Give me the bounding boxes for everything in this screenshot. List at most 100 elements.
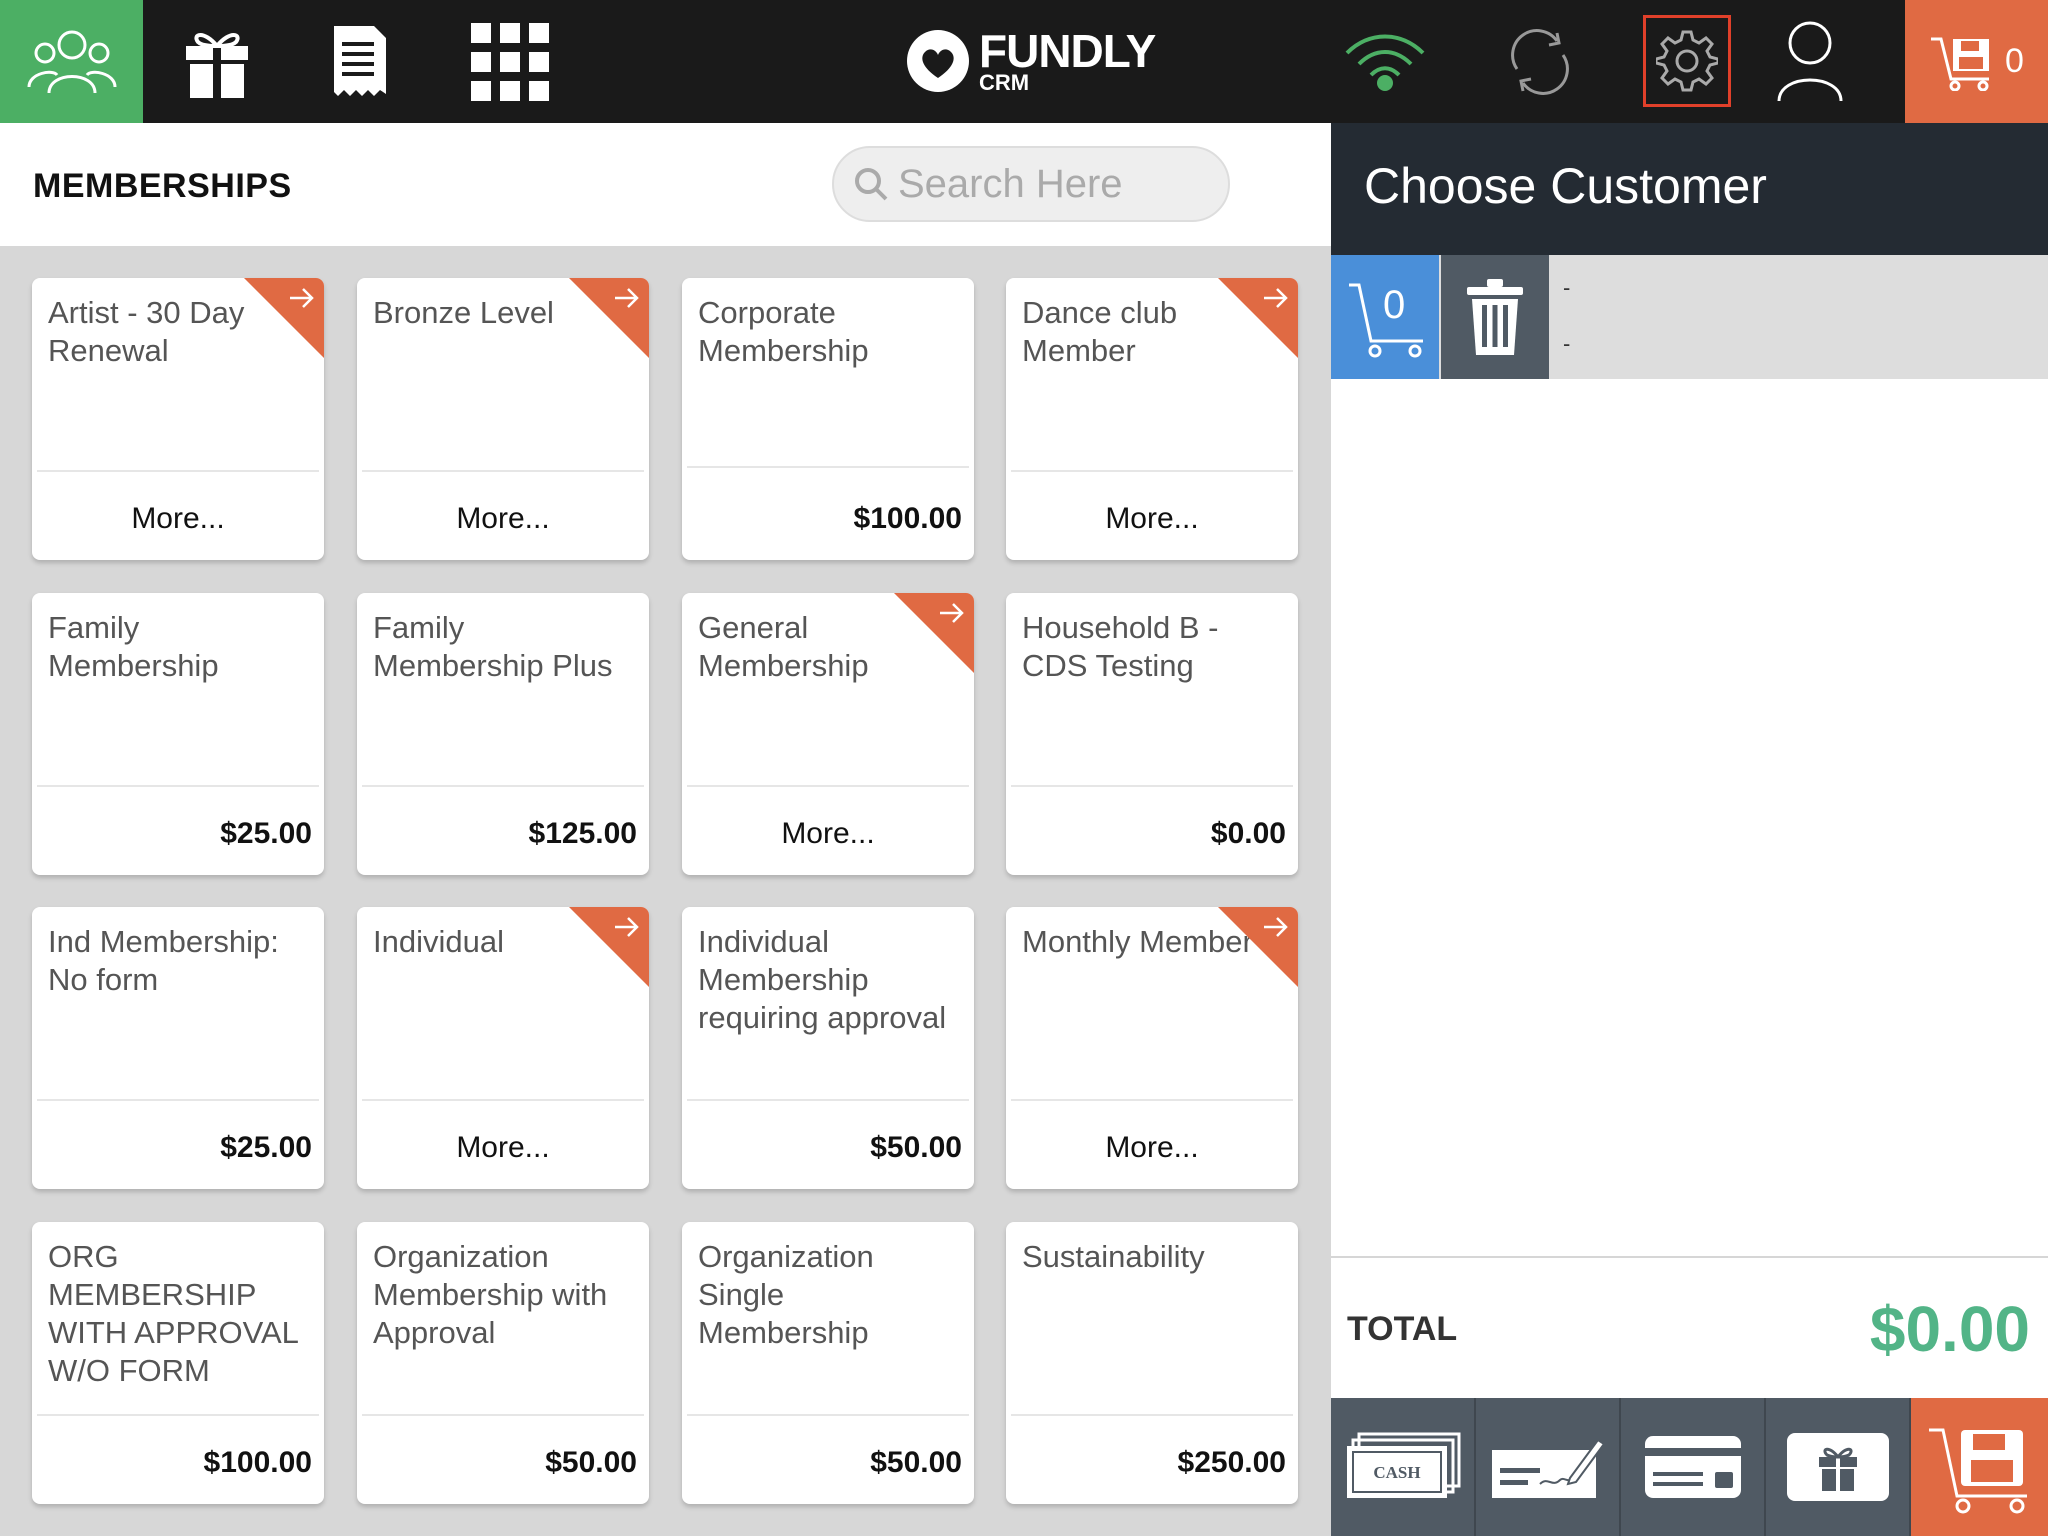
more-options-link[interactable]: More... xyxy=(1006,478,1298,560)
membership-card[interactable]: Monthly Member More... xyxy=(1006,907,1298,1189)
search-input[interactable] xyxy=(898,161,1228,207)
top-nav-bar: FUNDLY CRM 0 xyxy=(0,0,2048,123)
customer-name-line: - xyxy=(1563,275,1571,300)
more-options-link[interactable]: More... xyxy=(682,793,974,875)
more-options-link[interactable]: More... xyxy=(32,478,324,560)
membership-name: Ind Membership: No form xyxy=(48,924,279,997)
card-divider xyxy=(687,466,969,468)
membership-price: $25.00 xyxy=(220,817,312,850)
membership-card[interactable]: Individual More... xyxy=(357,907,649,1189)
customer-header[interactable]: Choose Customer xyxy=(1331,123,2048,255)
membership-card[interactable]: Artist - 30 Day Renewal More... xyxy=(32,278,324,560)
card-divider xyxy=(687,1414,969,1416)
membership-card[interactable]: Family Membership Plus $125.00 xyxy=(357,593,649,875)
cash-payment-button[interactable]: CASH xyxy=(1331,1398,1476,1536)
card-divider xyxy=(1011,785,1293,787)
trash-icon xyxy=(1467,279,1523,355)
membership-price: $125.00 xyxy=(528,817,637,850)
cart-save-icon xyxy=(1931,37,1990,91)
cart-save-icon xyxy=(1928,1428,2027,1514)
credit-card-payment-button[interactable] xyxy=(1621,1398,1766,1536)
membership-name: Sustainability xyxy=(1022,1239,1205,1274)
search-icon xyxy=(855,168,888,201)
sync-button[interactable] xyxy=(1490,0,1590,123)
save-order-button[interactable] xyxy=(1911,1398,2048,1536)
cash-label: CASH xyxy=(1373,1463,1420,1482)
membership-price: $250.00 xyxy=(1177,1446,1286,1479)
card-divider xyxy=(37,1099,319,1101)
apps-grid-nav-button[interactable] xyxy=(430,0,590,123)
membership-name: Household B - CDS Testing xyxy=(1022,610,1219,683)
search-box[interactable] xyxy=(832,146,1230,222)
logo-name: FUNDLY xyxy=(979,25,1156,77)
receipt-nav-button[interactable] xyxy=(290,0,430,123)
arrow-right-icon xyxy=(615,917,639,937)
check-icon xyxy=(1491,1438,1605,1498)
more-options-link[interactable]: More... xyxy=(357,1107,649,1189)
membership-card[interactable]: Organization Membership with Approval $50… xyxy=(357,1222,649,1504)
cart-items-count: 0 xyxy=(1383,283,1406,327)
arrow-right-icon xyxy=(1264,288,1288,308)
cart-items-button[interactable]: 0 xyxy=(1331,255,1439,379)
sync-icon xyxy=(1511,28,1569,95)
settings-button[interactable] xyxy=(1643,15,1731,107)
user-profile-button[interactable] xyxy=(1760,0,1860,123)
card-divider xyxy=(687,785,969,787)
card-divider xyxy=(362,1099,644,1101)
membership-price: $50.00 xyxy=(870,1446,962,1479)
membership-price: $25.00 xyxy=(220,1131,312,1164)
membership-card[interactable]: General Membership More... xyxy=(682,593,974,875)
cart-item-list xyxy=(1331,379,2048,1256)
check-payment-button[interactable] xyxy=(1476,1398,1621,1536)
card-divider xyxy=(1011,470,1293,472)
gift-nav-button[interactable] xyxy=(143,0,290,123)
membership-card[interactable]: Dance club Member More... xyxy=(1006,278,1298,560)
connection-status-button[interactable] xyxy=(1335,0,1435,123)
card-divider xyxy=(362,470,644,472)
gear-icon xyxy=(1656,30,1718,92)
gift-card-payment-button[interactable] xyxy=(1766,1398,1911,1536)
more-options-link[interactable]: More... xyxy=(1006,1107,1298,1189)
membership-price: $50.00 xyxy=(870,1131,962,1164)
total-row: TOTAL $0.00 xyxy=(1331,1256,2048,1398)
page-title: MEMBERSHIPS xyxy=(33,167,292,205)
user-icon xyxy=(1777,21,1843,101)
membership-price: $100.00 xyxy=(203,1446,312,1479)
cart-save-nav-button[interactable]: 0 xyxy=(1905,0,2048,123)
membership-card[interactable]: Individual Membership requiring approval… xyxy=(682,907,974,1189)
order-toolbar: 0 - - xyxy=(1331,255,2048,379)
membership-name: Family Membership xyxy=(48,610,219,683)
membership-card[interactable]: Organization Single Membership $50.00 xyxy=(682,1222,974,1504)
credit-card-icon xyxy=(1644,1436,1741,1498)
membership-price: $100.00 xyxy=(853,502,962,535)
clear-cart-button[interactable] xyxy=(1441,255,1549,379)
arrow-right-icon xyxy=(615,288,639,308)
arrow-right-icon xyxy=(940,603,964,623)
membership-card[interactable]: Sustainability $250.00 xyxy=(1006,1222,1298,1504)
membership-card[interactable]: Corporate Membership $100.00 xyxy=(682,278,974,560)
members-nav-button[interactable] xyxy=(0,0,143,123)
membership-card[interactable]: Bronze Level More... xyxy=(357,278,649,560)
choose-customer-title[interactable]: Choose Customer xyxy=(1364,157,1767,215)
arrow-right-icon xyxy=(1264,917,1288,937)
cart-count: 0 xyxy=(2005,42,2024,80)
total-label: TOTAL xyxy=(1347,1310,1458,1348)
membership-card[interactable]: ORG MEMBERSHIP WITH APPROVAL W/O FORM $10… xyxy=(32,1222,324,1504)
membership-card[interactable]: Family Membership $25.00 xyxy=(32,593,324,875)
fundly-logo: FUNDLY CRM xyxy=(905,22,1156,100)
total-value: $0.00 xyxy=(1869,1293,2030,1365)
receipt-icon xyxy=(334,25,386,96)
gift-card-icon xyxy=(1786,1433,1889,1501)
membership-name: Corporate Membership xyxy=(698,295,869,368)
membership-card[interactable]: Ind Membership: No form $25.00 xyxy=(32,907,324,1189)
card-divider xyxy=(37,785,319,787)
membership-card[interactable]: Household B - CDS Testing $0.00 xyxy=(1006,593,1298,875)
membership-price: $50.00 xyxy=(545,1446,637,1479)
more-options-link[interactable]: More... xyxy=(357,478,649,560)
customer-detail-line: - xyxy=(1563,331,1571,356)
memberships-header: MEMBERSHIPS xyxy=(0,123,1331,246)
membership-name: Family Membership Plus xyxy=(373,610,613,683)
cash-icon: CASH xyxy=(1346,1432,1460,1498)
wifi-icon xyxy=(1345,34,1425,91)
arrow-right-icon xyxy=(290,288,314,308)
